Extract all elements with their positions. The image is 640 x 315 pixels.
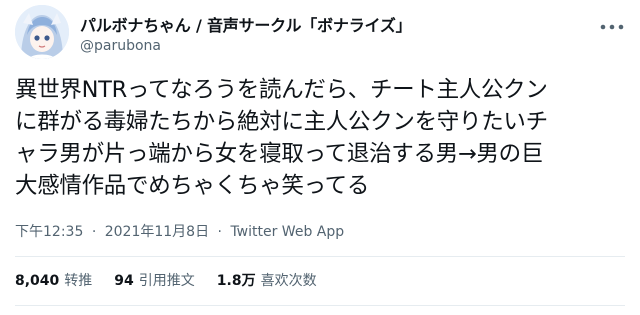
tweet-meta: 下午12:35 · 2021年11月8日 · Twitter Web App: [15, 221, 344, 241]
divider: [15, 305, 625, 306]
stat-label: 引用推文: [138, 273, 195, 289]
more-dots-icon[interactable]: [599, 22, 625, 32]
tweet-text-line: 大感情作品でめちゃくちゃ笑ってる: [15, 173, 370, 199]
display-name[interactable]: パルボナちゃん / 音声サークル「ボナライズ」: [80, 12, 412, 36]
stat-retweets[interactable]: 8,040 转推: [15, 270, 92, 290]
meta-separator: ·: [91, 224, 97, 240]
tweet-text: 異世界NTRってなろうを読んだら、チート主人公クン に群がる毒婦たちから絶対に主…: [15, 74, 635, 202]
anime-avatar-icon: [15, 5, 69, 59]
stat-value: 94: [114, 273, 134, 289]
tweet-date[interactable]: 2021年11月8日: [105, 224, 209, 240]
stat-value: 1.8万: [216, 273, 256, 289]
tweet-text-line: ャラ男が片っ端から女を寝取って退治する男→男の巨: [15, 141, 544, 167]
divider: [15, 256, 625, 257]
stat-label: 喜欢次数: [260, 273, 317, 289]
stat-label: 转推: [64, 273, 93, 289]
tweet-source[interactable]: Twitter Web App: [230, 224, 344, 240]
tweet-time[interactable]: 下午12:35: [15, 224, 83, 240]
user-handle[interactable]: @parubona: [80, 38, 161, 54]
tweet-card: パルボナちゃん / 音声サークル「ボナライズ」 @parubona 異世界NTR…: [0, 0, 640, 315]
tweet-stats: 8,040 转推 94 引用推文 1.8万 喜欢次数: [15, 270, 317, 290]
stat-value: 8,040: [15, 273, 60, 289]
stat-likes[interactable]: 1.8万 喜欢次数: [217, 270, 317, 290]
stat-quotes[interactable]: 94 引用推文: [114, 270, 194, 290]
tweet-text-line: 異世界NTRってなろうを読んだら、チート主人公クン: [15, 77, 548, 103]
avatar[interactable]: [15, 5, 69, 59]
meta-separator: ·: [217, 224, 222, 240]
tweet-text-line: に群がる毒婦たちから絶対に主人公クンを守りたいチ: [15, 109, 548, 135]
